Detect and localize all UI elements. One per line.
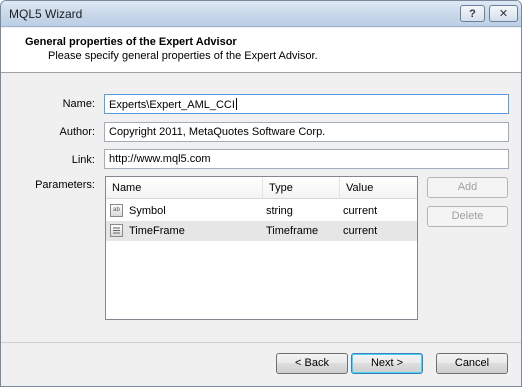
wizard-header: General properties of the Expert Advisor… [1,28,521,73]
link-value: http://www.mql5.com [109,153,211,165]
column-header-name[interactable]: Name [106,177,263,199]
help-icon: ? [469,7,476,20]
link-label: Link: [71,154,95,166]
param-name: Symbol [129,205,166,217]
author-field[interactable]: Copyright 2011, MetaQuotes Software Corp… [104,122,509,142]
table-row[interactable]: TimeFrame Timeframe current [106,221,417,241]
page-subtitle: Please specify general properties of the… [48,50,318,62]
enum-param-icon [110,224,123,237]
add-button[interactable]: Add [427,177,508,198]
link-field[interactable]: http://www.mql5.com [104,149,509,169]
next-button[interactable]: Next > [351,353,423,374]
column-header-value[interactable]: Value [340,177,417,199]
close-icon: ✕ [498,8,509,20]
param-type: Timeframe [266,225,319,237]
list-icon [113,227,120,234]
parameters-label: Parameters: [35,179,95,191]
footer-divider [1,342,521,343]
title-bar[interactable]: MQL5 Wizard ? ✕ [1,1,521,27]
name-value: Experts\Expert_AML_CCI [109,99,235,111]
name-field[interactable]: Experts\Expert_AML_CCI [104,94,509,114]
delete-button[interactable]: Delete [427,206,508,227]
cancel-button[interactable]: Cancel [436,353,508,374]
author-label: Author: [59,126,95,138]
param-value: current [343,225,378,237]
table-header: Name Type Value [106,177,417,199]
text-caret [235,98,237,110]
help-button[interactable]: ? [460,5,485,22]
back-button[interactable]: < Back [276,353,348,374]
wizard-window: MQL5 Wizard ? ✕ General properties of th… [0,0,522,387]
page-title: General properties of the Expert Advisor [25,36,237,48]
name-label: Name: [62,98,95,110]
close-button[interactable]: ✕ [489,5,518,22]
param-name: TimeFrame [129,225,185,237]
column-header-type[interactable]: Type [263,177,340,199]
parameters-table[interactable]: Name Type Value ab Symbol string current… [105,176,418,320]
param-value: current [343,205,378,217]
table-row[interactable]: ab Symbol string current [106,201,417,221]
string-param-icon: ab [110,204,123,217]
window-title: MQL5 Wizard [9,7,83,21]
author-value: Copyright 2011, MetaQuotes Software Corp… [109,126,326,138]
param-type: string [266,205,293,217]
